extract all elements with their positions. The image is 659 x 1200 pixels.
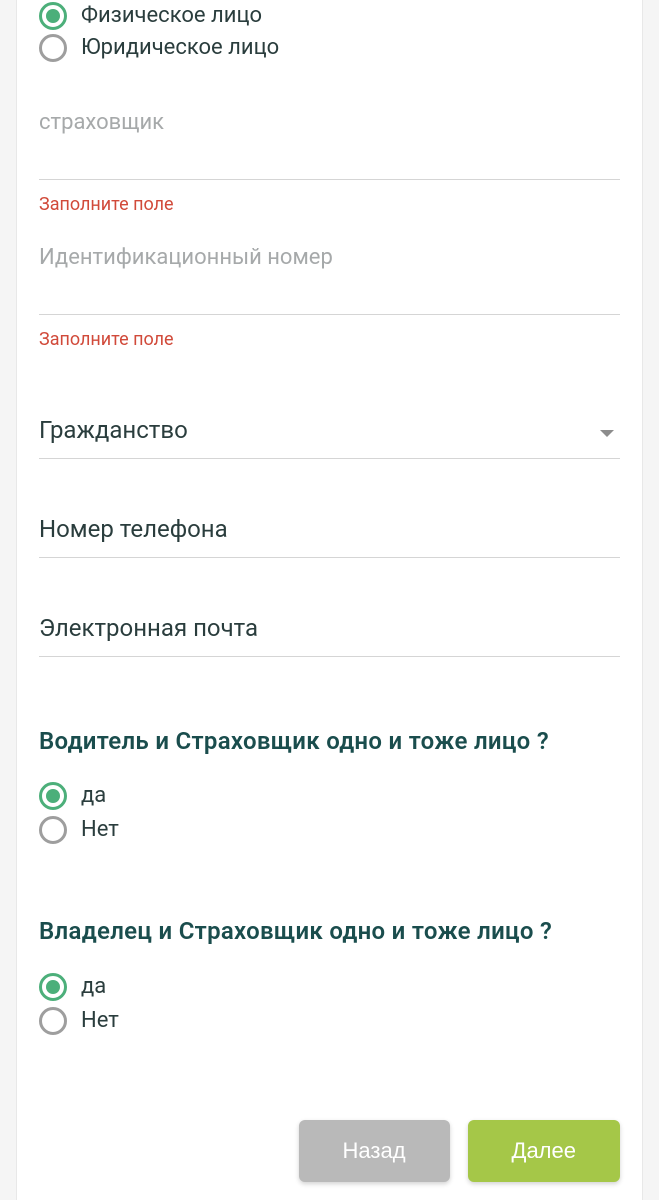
field-insurer: страховщик Заполните поле <box>39 110 620 215</box>
field-citizenship: Гражданство <box>39 416 620 459</box>
back-button[interactable]: Назад <box>299 1120 450 1182</box>
question-title: Владелец и Страховщик одно и тоже лицо ? <box>39 915 620 947</box>
question-title: Водитель и Страховщик одно и тоже лицо ? <box>39 725 620 757</box>
radio-legal-entity[interactable]: Юридическое лицо <box>39 32 620 64</box>
error-text: Заполните поле <box>39 194 620 215</box>
radio-label: Юридическое лицо <box>81 37 279 59</box>
field-label: Идентификационный номер <box>39 245 620 270</box>
radio-owner-no[interactable]: Нет <box>39 1004 620 1038</box>
id-number-input[interactable] <box>39 274 620 315</box>
radio-driver-yes[interactable]: да <box>39 779 620 813</box>
next-button[interactable]: Далее <box>468 1120 620 1182</box>
radio-label: Нет <box>81 1010 119 1032</box>
field-email[interactable]: Электронная почта <box>39 614 620 657</box>
radio-icon <box>39 973 67 1001</box>
radio-icon <box>39 1007 67 1035</box>
field-label: Номер телефона <box>39 515 228 543</box>
field-id-number: Идентификационный номер Заполните поле <box>39 245 620 350</box>
radio-label: да <box>81 976 106 998</box>
radio-icon <box>39 2 67 30</box>
error-text: Заполните поле <box>39 329 620 350</box>
question-owner-insurer: Владелец и Страховщик одно и тоже лицо ?… <box>39 915 620 1037</box>
radio-label: Физическое лицо <box>81 5 262 27</box>
field-label: Гражданство <box>39 416 188 444</box>
radio-icon <box>39 816 67 844</box>
radio-owner-yes[interactable]: да <box>39 970 620 1004</box>
citizenship-select[interactable]: Гражданство <box>39 416 620 459</box>
button-row: Назад Далее <box>299 1120 621 1182</box>
field-phone[interactable]: Номер телефона <box>39 515 620 558</box>
radio-icon <box>39 34 67 62</box>
entity-type-radio-group: Физическое лицо Юридическое лицо <box>39 0 620 64</box>
chevron-down-icon <box>600 430 614 437</box>
field-label: страховщик <box>39 110 620 135</box>
insurer-input[interactable] <box>39 139 620 180</box>
question-driver-insurer: Водитель и Страховщик одно и тоже лицо ?… <box>39 725 620 847</box>
field-label: Электронная почта <box>39 614 258 642</box>
radio-label: Нет <box>81 819 119 841</box>
radio-individual[interactable]: Физическое лицо <box>39 0 620 32</box>
radio-driver-no[interactable]: Нет <box>39 813 620 847</box>
radio-icon <box>39 782 67 810</box>
radio-label: да <box>81 785 106 807</box>
form-container: Физическое лицо Юридическое лицо страхов… <box>16 0 643 1200</box>
